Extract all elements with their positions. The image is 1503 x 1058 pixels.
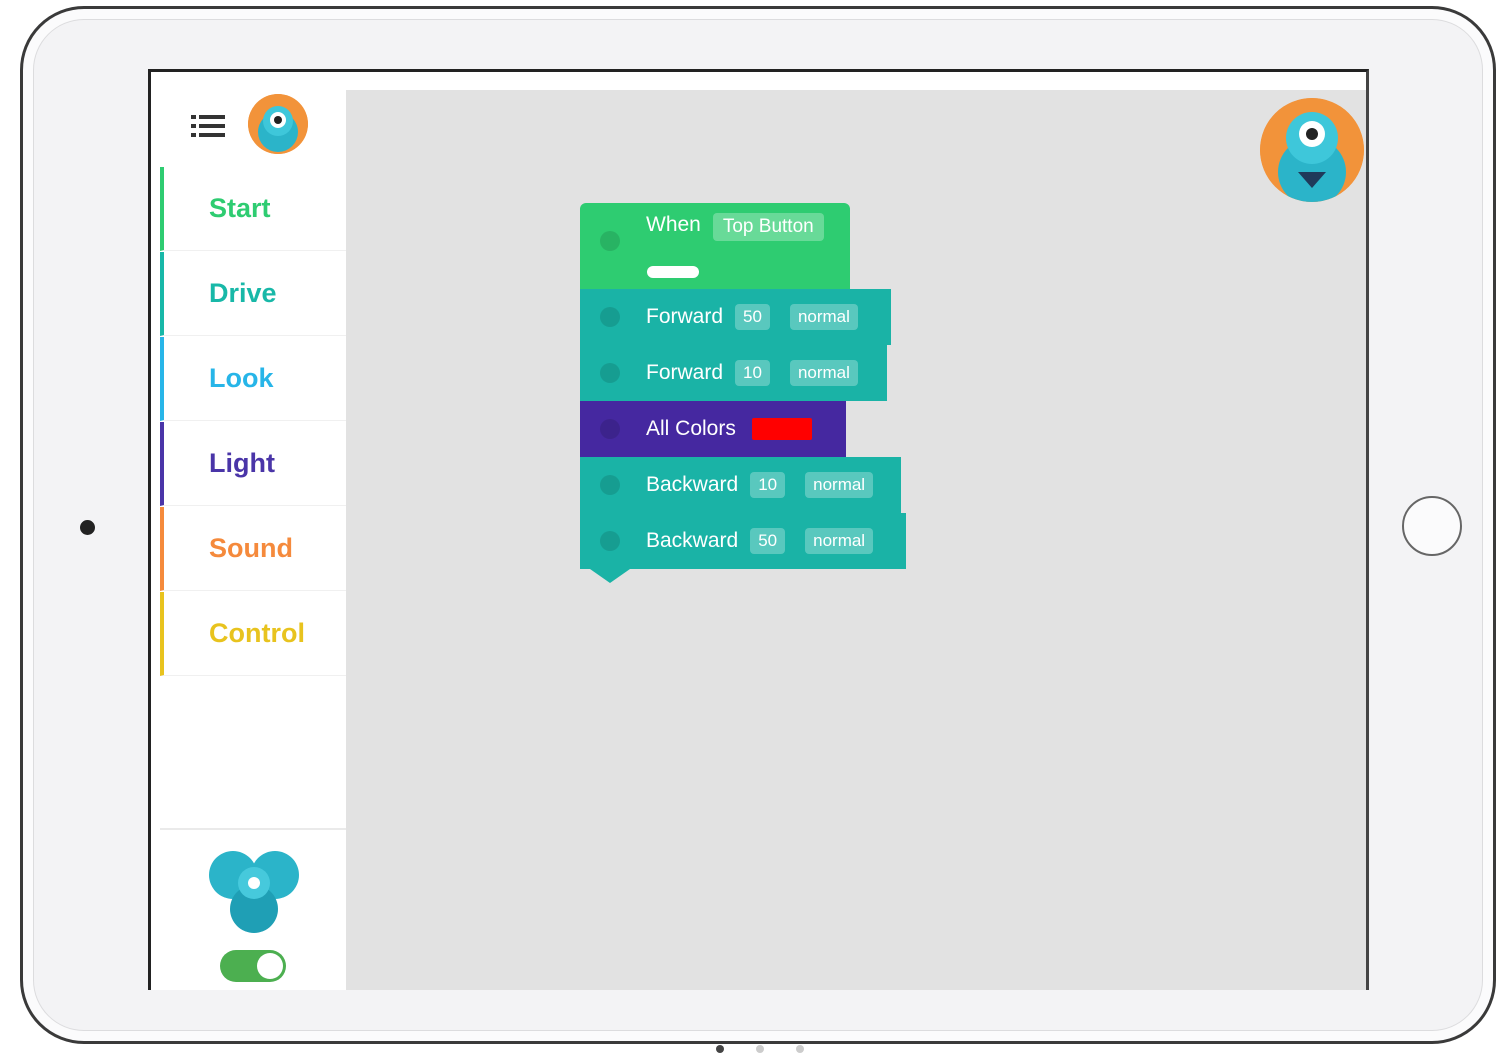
category-label: Start bbox=[209, 193, 271, 223]
trigger-dropdown[interactable]: Top Button bbox=[712, 213, 824, 241]
backward-block[interactable]: Backward 50 normal bbox=[580, 513, 906, 583]
block-handle bbox=[600, 363, 620, 383]
block-handle bbox=[600, 531, 620, 551]
speed-dropdown[interactable]: normal bbox=[805, 528, 874, 554]
speed-dropdown[interactable]: normal bbox=[805, 472, 874, 498]
robot-connection-toggle[interactable] bbox=[220, 950, 286, 982]
forward-block[interactable]: Forward 50 normal bbox=[580, 289, 891, 345]
page-dot bbox=[756, 1045, 764, 1053]
forward-block[interactable]: Forward 10 normal bbox=[580, 345, 887, 401]
backward-block[interactable]: Backward 10 normal bbox=[580, 457, 901, 513]
block-label: All Colors bbox=[646, 417, 736, 440]
robot-avatar-icon[interactable] bbox=[248, 94, 308, 154]
category-label: Look bbox=[209, 363, 274, 393]
home-button[interactable] bbox=[1402, 496, 1462, 556]
category-start[interactable]: Start bbox=[160, 167, 346, 251]
speed-dropdown[interactable]: normal bbox=[789, 360, 858, 386]
app-screen: Start Drive Look Light Sound Control Whe… bbox=[148, 69, 1369, 990]
page-indicator bbox=[716, 1040, 836, 1058]
page-dot bbox=[796, 1045, 804, 1053]
category-list: Start Drive Look Light Sound Control bbox=[160, 167, 346, 677]
sidebar: Start Drive Look Light Sound Control bbox=[151, 72, 346, 990]
block-notch bbox=[590, 569, 630, 583]
block-handle bbox=[600, 307, 620, 327]
page-dot bbox=[716, 1045, 724, 1053]
sidebar-divider bbox=[160, 828, 346, 830]
block-handle bbox=[600, 475, 620, 495]
block-label: Backward bbox=[646, 473, 739, 496]
block-label: Forward bbox=[646, 361, 724, 384]
start-bar bbox=[647, 266, 699, 278]
code-canvas[interactable]: When Top Button Forward 50 normal Forwar… bbox=[346, 90, 1366, 990]
robot-avatar-large-icon[interactable] bbox=[1260, 98, 1364, 202]
color-picker[interactable] bbox=[751, 418, 812, 440]
toggle-knob bbox=[257, 953, 283, 979]
block-handle bbox=[600, 231, 620, 251]
speed-dropdown[interactable]: normal bbox=[789, 304, 858, 330]
category-light[interactable]: Light bbox=[160, 422, 346, 506]
distance-input[interactable]: 10 bbox=[750, 472, 786, 498]
block-label: Backward bbox=[646, 529, 739, 552]
category-label: Sound bbox=[209, 533, 293, 563]
distance-input[interactable]: 50 bbox=[735, 304, 770, 330]
distance-input[interactable]: 10 bbox=[735, 360, 770, 386]
distance-input[interactable]: 50 bbox=[750, 528, 786, 554]
robot-icon[interactable] bbox=[207, 847, 301, 937]
block-label: When bbox=[646, 213, 701, 236]
camera bbox=[80, 520, 95, 535]
category-label: Light bbox=[209, 448, 275, 478]
block-label: Forward bbox=[646, 305, 724, 328]
menu-icon[interactable] bbox=[191, 112, 225, 140]
category-label: Control bbox=[209, 618, 305, 648]
all-colors-block[interactable]: All Colors bbox=[580, 401, 846, 457]
category-look[interactable]: Look bbox=[160, 337, 346, 421]
category-label: Drive bbox=[209, 278, 277, 308]
category-control[interactable]: Control bbox=[160, 592, 346, 676]
when-block[interactable]: When Top Button bbox=[580, 203, 850, 289]
category-sound[interactable]: Sound bbox=[160, 507, 346, 591]
block-handle bbox=[600, 419, 620, 439]
category-drive[interactable]: Drive bbox=[160, 252, 346, 336]
